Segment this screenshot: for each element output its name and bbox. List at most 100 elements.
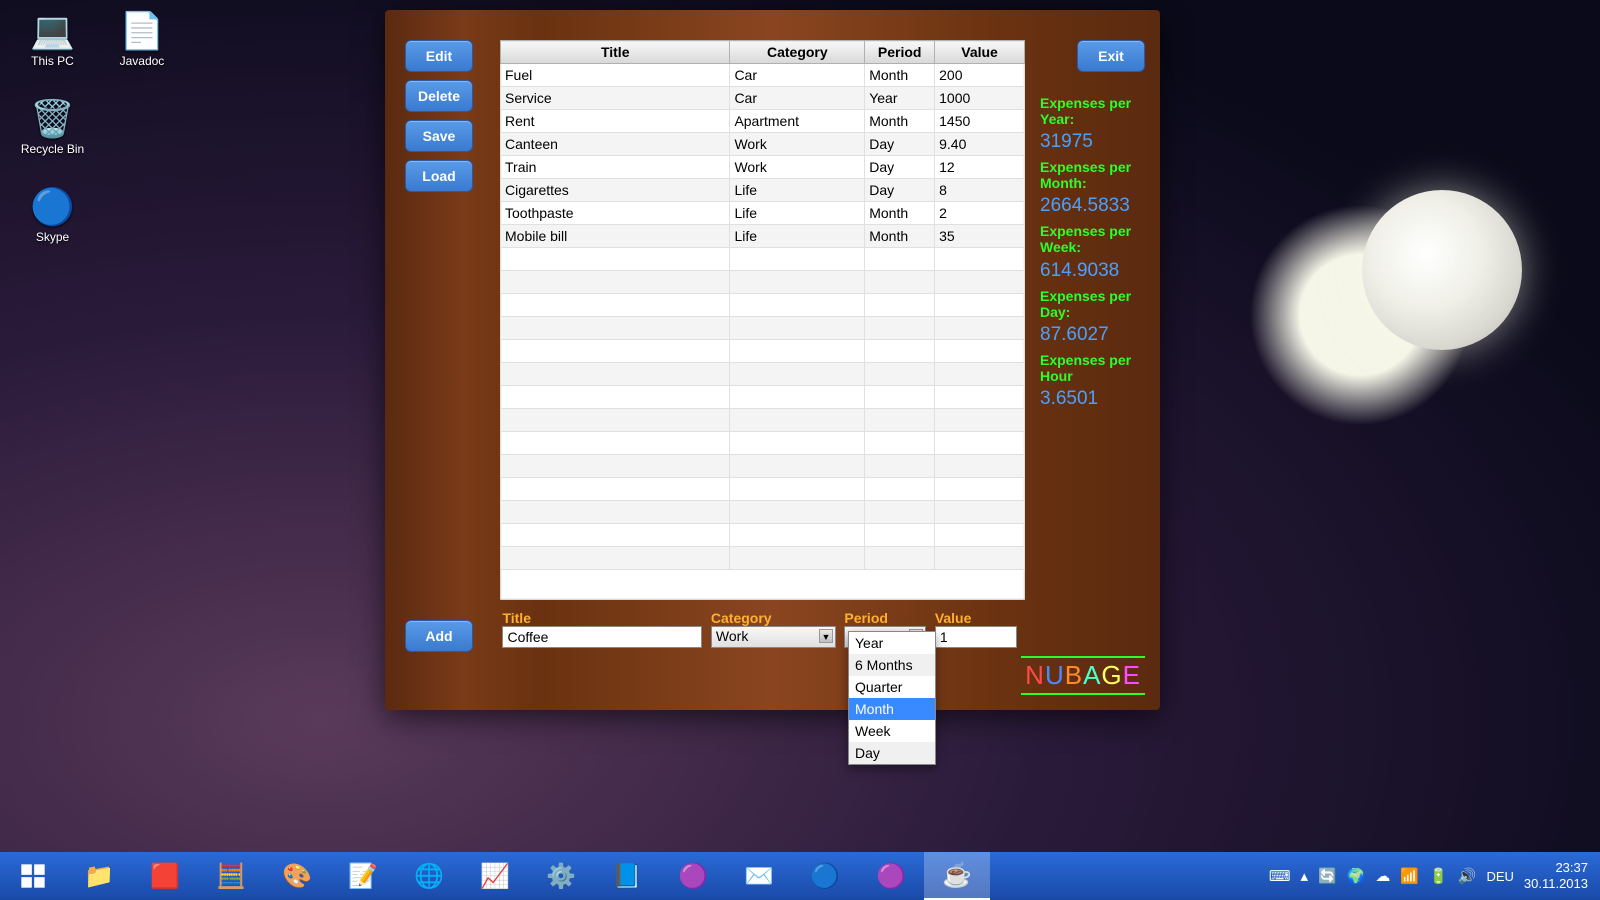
cell-value[interactable]: 8 <box>935 179 1025 202</box>
cell-period[interactable]: Day <box>865 179 935 202</box>
period-option[interactable]: 6 Months <box>849 654 935 676</box>
cell-value[interactable]: 1450 <box>935 110 1025 133</box>
cell-period[interactable]: Month <box>865 202 935 225</box>
delete-button[interactable]: Delete <box>405 80 473 112</box>
taskbar-eclipse[interactable]: 🟣 <box>660 852 726 900</box>
title-input[interactable] <box>502 626 702 648</box>
category-select[interactable]: Work ▼ <box>711 626 836 648</box>
cell-category[interactable]: Life <box>730 225 865 248</box>
battery-icon[interactable]: 🔋 <box>1429 867 1448 885</box>
taskbar-steam[interactable]: ⚙️ <box>528 852 594 900</box>
taskbar-eclipse2[interactable]: 🟣 <box>858 852 924 900</box>
table-row-empty[interactable] <box>501 432 1025 455</box>
volume-icon[interactable]: 🔊 <box>1458 867 1477 885</box>
table-row-empty[interactable] <box>501 524 1025 547</box>
sync-icon[interactable]: 🔄 <box>1318 867 1337 885</box>
taskbar-matlab[interactable]: 📈 <box>462 852 528 900</box>
desktop-icon-this-pc[interactable]: 💻 This PC <box>10 10 95 68</box>
taskbar-word[interactable]: 📘 <box>594 852 660 900</box>
col-value[interactable]: Value <box>935 41 1025 64</box>
table-row[interactable]: ToothpasteLifeMonth2 <box>501 202 1025 225</box>
table-row[interactable]: RentApartmentMonth1450 <box>501 110 1025 133</box>
col-period[interactable]: Period <box>865 41 935 64</box>
add-button[interactable]: Add <box>405 620 473 652</box>
cell-value[interactable]: 9.40 <box>935 133 1025 156</box>
cell-value[interactable]: 12 <box>935 156 1025 179</box>
cell-title[interactable]: Cigarettes <box>501 179 730 202</box>
table-row-empty[interactable] <box>501 386 1025 409</box>
keyboard-icon[interactable]: ⌨ <box>1269 867 1291 885</box>
taskbar-notepadpp[interactable]: 📝 <box>330 852 396 900</box>
table-row-empty[interactable] <box>501 547 1025 570</box>
table-row-empty[interactable] <box>501 248 1025 271</box>
cell-category[interactable]: Life <box>730 179 865 202</box>
taskbar-gmail[interactable]: ✉️ <box>726 852 792 900</box>
period-option[interactable]: Day <box>849 742 935 764</box>
cloud-icon[interactable]: ☁ <box>1375 867 1390 885</box>
col-title[interactable]: Title <box>501 41 730 64</box>
globe-icon[interactable]: 🌍 <box>1347 867 1366 885</box>
cell-category[interactable]: Apartment <box>730 110 865 133</box>
desktop-icon-skype[interactable]: 🔵 Skype <box>10 186 95 244</box>
cell-title[interactable]: Fuel <box>501 64 730 87</box>
period-option[interactable]: Year <box>849 632 935 654</box>
language-indicator[interactable]: DEU <box>1486 869 1513 884</box>
table-row-empty[interactable] <box>501 271 1025 294</box>
expense-table[interactable]: Title Category Period Value FuelCarMonth… <box>500 40 1025 600</box>
taskbar-java-app[interactable]: ☕ <box>924 852 990 900</box>
taskbar[interactable]: 📁 🟥 🧮 🎨 📝 🌐 📈 ⚙️ 📘 🟣 ✉️ 🔵 🟣 ☕ ⌨ ▴ 🔄 🌍 ☁ … <box>0 852 1600 900</box>
cell-period[interactable]: Month <box>865 64 935 87</box>
table-row-empty[interactable] <box>501 294 1025 317</box>
cell-category[interactable]: Life <box>730 202 865 225</box>
table-row[interactable]: CanteenWorkDay9.40 <box>501 133 1025 156</box>
cell-period[interactable]: Month <box>865 225 935 248</box>
col-category[interactable]: Category <box>730 41 865 64</box>
taskbar-paint[interactable]: 🎨 <box>264 852 330 900</box>
table-row[interactable]: CigarettesLifeDay8 <box>501 179 1025 202</box>
desktop-icon-recycle-bin[interactable]: 🗑️ Recycle Bin <box>10 98 95 156</box>
table-row[interactable]: ServiceCarYear1000 <box>501 87 1025 110</box>
taskbar-skype[interactable]: 🔵 <box>792 852 858 900</box>
value-input[interactable] <box>935 626 1017 648</box>
load-button[interactable]: Load <box>405 160 473 192</box>
exit-button[interactable]: Exit <box>1077 40 1145 72</box>
cell-title[interactable]: Train <box>501 156 730 179</box>
cell-period[interactable]: Day <box>865 156 935 179</box>
taskbar-app-red[interactable]: 🟥 <box>132 852 198 900</box>
period-option[interactable]: Week <box>849 720 935 742</box>
cell-value[interactable]: 2 <box>935 202 1025 225</box>
tray-chevron-icon[interactable]: ▴ <box>1300 867 1308 885</box>
table-row-empty[interactable] <box>501 478 1025 501</box>
period-dropdown[interactable]: Year6 MonthsQuarterMonthWeekDay <box>848 631 936 765</box>
cell-category[interactable]: Work <box>730 156 865 179</box>
start-button[interactable] <box>0 852 66 900</box>
cell-title[interactable]: Mobile bill <box>501 225 730 248</box>
cell-period[interactable]: Day <box>865 133 935 156</box>
table-row[interactable]: FuelCarMonth200 <box>501 64 1025 87</box>
taskbar-calculator[interactable]: 🧮 <box>198 852 264 900</box>
cell-title[interactable]: Canteen <box>501 133 730 156</box>
cell-period[interactable]: Year <box>865 87 935 110</box>
taskbar-file-explorer[interactable]: 📁 <box>66 852 132 900</box>
cell-category[interactable]: Car <box>730 87 865 110</box>
table-row-empty[interactable] <box>501 409 1025 432</box>
table-row[interactable]: TrainWorkDay12 <box>501 156 1025 179</box>
cell-title[interactable]: Service <box>501 87 730 110</box>
edit-button[interactable]: Edit <box>405 40 473 72</box>
period-option[interactable]: Month <box>849 698 935 720</box>
cell-value[interactable]: 35 <box>935 225 1025 248</box>
taskbar-clock[interactable]: 23:37 30.11.2013 <box>1524 860 1588 891</box>
table-row-empty[interactable] <box>501 317 1025 340</box>
table-row-empty[interactable] <box>501 363 1025 386</box>
wifi-icon[interactable]: 📶 <box>1400 867 1419 885</box>
cell-category[interactable]: Work <box>730 133 865 156</box>
taskbar-firefox[interactable]: 🌐 <box>396 852 462 900</box>
cell-period[interactable]: Month <box>865 110 935 133</box>
cell-category[interactable]: Car <box>730 64 865 87</box>
period-option[interactable]: Quarter <box>849 676 935 698</box>
table-row[interactable]: Mobile billLifeMonth35 <box>501 225 1025 248</box>
cell-value[interactable]: 1000 <box>935 87 1025 110</box>
table-row-empty[interactable] <box>501 501 1025 524</box>
cell-value[interactable]: 200 <box>935 64 1025 87</box>
cell-title[interactable]: Toothpaste <box>501 202 730 225</box>
